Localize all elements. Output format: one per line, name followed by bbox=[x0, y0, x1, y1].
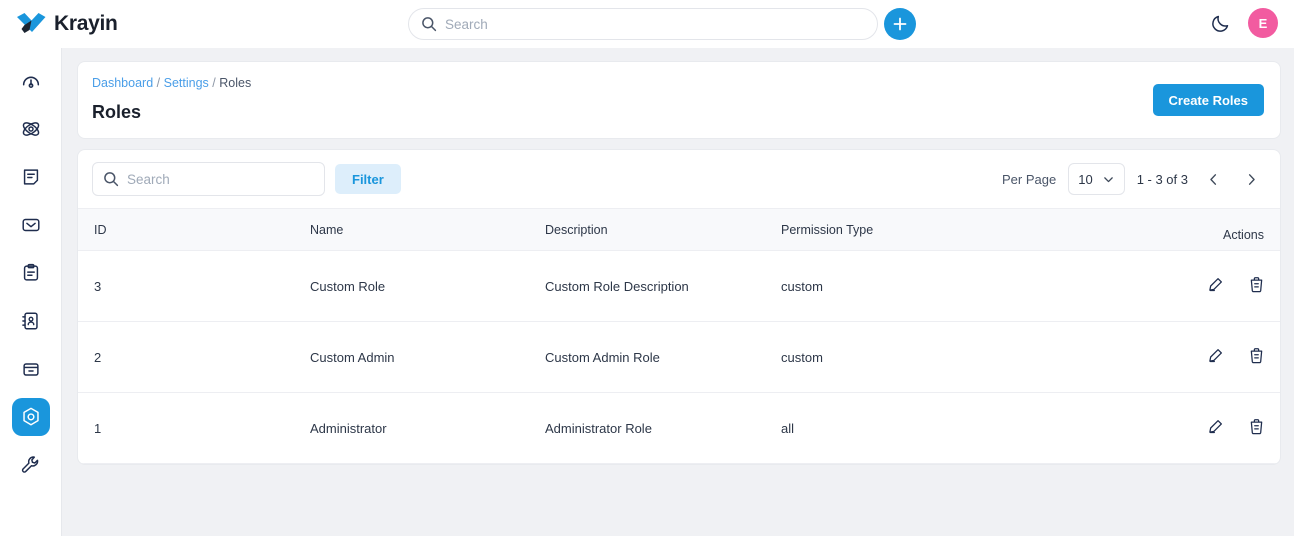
trash-icon bbox=[1250, 419, 1263, 435]
cell-name: Administrator bbox=[310, 392, 545, 464]
cell-permission-type: custom bbox=[781, 321, 1126, 393]
filter-button[interactable]: Filter bbox=[335, 164, 401, 194]
trash-icon bbox=[1250, 277, 1263, 293]
main-content: Dashboard / Settings / Roles Roles Creat… bbox=[62, 48, 1294, 536]
search-icon bbox=[422, 17, 437, 32]
table-header-row: ID Name Description Permission Type Acti… bbox=[78, 208, 1280, 251]
roles-table: ID Name Description Permission Type Acti… bbox=[78, 208, 1280, 464]
sidebar-item-activities[interactable] bbox=[12, 110, 50, 148]
edit-row-button[interactable] bbox=[1206, 417, 1225, 439]
chevron-right-icon bbox=[1248, 173, 1255, 185]
cell-permission-type: all bbox=[781, 392, 1126, 464]
cell-id: 2 bbox=[78, 321, 310, 393]
sidebar-item-quotes[interactable] bbox=[12, 254, 50, 292]
table-row[interactable]: 3 Custom Role Custom Role Description cu… bbox=[78, 250, 1280, 322]
table-header: ID Name Description Permission Type Acti… bbox=[78, 208, 1280, 251]
cell-id: 1 bbox=[78, 392, 310, 464]
atom-icon bbox=[22, 122, 39, 136]
cell-actions bbox=[1126, 392, 1280, 464]
per-page-label: Per Page bbox=[1002, 171, 1057, 187]
per-page-value: 10 bbox=[1078, 171, 1093, 187]
chevron-down-icon bbox=[1103, 176, 1113, 182]
app-root: Krayin E bbox=[0, 0, 1294, 536]
breadcrumb-separator: / bbox=[156, 76, 161, 90]
create-roles-button[interactable]: Create Roles bbox=[1152, 84, 1264, 116]
cell-name: Custom Role bbox=[310, 250, 545, 322]
breadcrumb-item-dashboard[interactable]: Dashboard bbox=[92, 76, 153, 90]
gauge-icon bbox=[22, 76, 39, 89]
contact-book-icon bbox=[21, 312, 38, 330]
pagination: Per Page 10 1 - 3 of 3 bbox=[1002, 163, 1264, 195]
cell-description: Administrator Role bbox=[545, 392, 781, 464]
page-title: Roles bbox=[92, 102, 142, 122]
edit-row-button[interactable] bbox=[1206, 346, 1225, 368]
table-body: 3 Custom Role Custom Role Description cu… bbox=[78, 250, 1280, 464]
page-header-card: Dashboard / Settings / Roles Roles Creat… bbox=[78, 62, 1280, 138]
global-search-box[interactable] bbox=[408, 8, 878, 40]
moon-icon bbox=[1211, 15, 1228, 32]
sidebar-item-contacts[interactable] bbox=[12, 302, 50, 340]
theme-toggle-button[interactable] bbox=[1206, 9, 1234, 37]
per-page-select[interactable]: 10 bbox=[1068, 163, 1125, 195]
sidebar-item-configuration[interactable] bbox=[12, 446, 50, 484]
settings-hexagon-icon bbox=[22, 407, 39, 426]
table-row[interactable]: 2 Custom Admin Custom Admin Role custom bbox=[78, 321, 1280, 393]
add-new-button[interactable] bbox=[884, 8, 916, 40]
breadcrumb-separator: / bbox=[212, 76, 216, 90]
plus-icon bbox=[893, 17, 907, 31]
wrench-icon bbox=[21, 456, 38, 473]
pagination-range: 1 - 3 of 3 bbox=[1136, 171, 1188, 187]
note-icon bbox=[23, 169, 38, 185]
pencil-icon bbox=[1209, 420, 1223, 434]
global-search-input[interactable] bbox=[445, 16, 865, 32]
breadcrumb-item-roles: Roles bbox=[219, 76, 252, 90]
search-icon bbox=[104, 172, 119, 187]
chevron-left-icon bbox=[1209, 173, 1216, 185]
clipboard-icon bbox=[23, 263, 38, 281]
sidebar bbox=[0, 48, 62, 536]
sidebar-item-products[interactable] bbox=[12, 350, 50, 388]
table-toolbar: Filter Per Page 10 1 - 3 of 3 bbox=[78, 150, 1280, 208]
top-bar-right: E bbox=[1206, 8, 1278, 38]
cell-description: Custom Role Description bbox=[545, 250, 781, 322]
pagination-next-button[interactable] bbox=[1238, 166, 1264, 192]
cell-id: 3 bbox=[78, 250, 310, 322]
roles-table-card: Filter Per Page 10 1 - 3 of 3 bbox=[78, 150, 1280, 464]
column-header-actions: Actions bbox=[1126, 208, 1280, 251]
top-bar: Krayin E bbox=[0, 0, 1294, 48]
brand[interactable]: Krayin bbox=[0, 12, 236, 36]
sidebar-item-mail[interactable] bbox=[12, 206, 50, 244]
global-search[interactable] bbox=[408, 8, 878, 40]
mail-icon bbox=[21, 218, 40, 232]
pencil-icon bbox=[1209, 349, 1223, 363]
column-header-id[interactable]: ID bbox=[78, 208, 310, 251]
breadcrumb: Dashboard / Settings / Roles bbox=[92, 76, 1264, 90]
column-header-permission-type[interactable]: Permission Type bbox=[781, 208, 1126, 251]
breadcrumb-item-settings[interactable]: Settings bbox=[164, 76, 209, 90]
sidebar-item-settings[interactable] bbox=[11, 398, 50, 436]
table-search-input[interactable] bbox=[127, 171, 314, 187]
box-icon bbox=[22, 363, 39, 376]
cell-permission-type: custom bbox=[781, 250, 1126, 322]
cell-description: Custom Admin Role bbox=[545, 321, 781, 393]
cell-actions bbox=[1126, 321, 1280, 393]
delete-row-button[interactable] bbox=[1247, 417, 1266, 439]
table-search-box[interactable] bbox=[92, 162, 325, 196]
delete-row-button[interactable] bbox=[1247, 275, 1266, 297]
sidebar-item-leads[interactable] bbox=[12, 158, 50, 196]
cell-actions bbox=[1126, 250, 1280, 322]
edit-row-button[interactable] bbox=[1206, 275, 1225, 297]
pagination-prev-button[interactable] bbox=[1200, 166, 1226, 192]
column-header-description[interactable]: Description bbox=[545, 208, 781, 251]
krayin-diamond-logo-icon bbox=[17, 13, 46, 33]
brand-name: Krayin bbox=[54, 12, 118, 35]
delete-row-button[interactable] bbox=[1247, 346, 1266, 368]
trash-icon bbox=[1250, 348, 1263, 364]
column-header-name[interactable]: Name bbox=[310, 208, 545, 251]
pencil-icon bbox=[1209, 278, 1223, 292]
sidebar-item-dashboard[interactable] bbox=[12, 62, 50, 100]
table-row[interactable]: 1 Administrator Administrator Role all bbox=[78, 392, 1280, 464]
user-avatar[interactable]: E bbox=[1248, 8, 1278, 38]
cell-name: Custom Admin bbox=[310, 321, 545, 393]
